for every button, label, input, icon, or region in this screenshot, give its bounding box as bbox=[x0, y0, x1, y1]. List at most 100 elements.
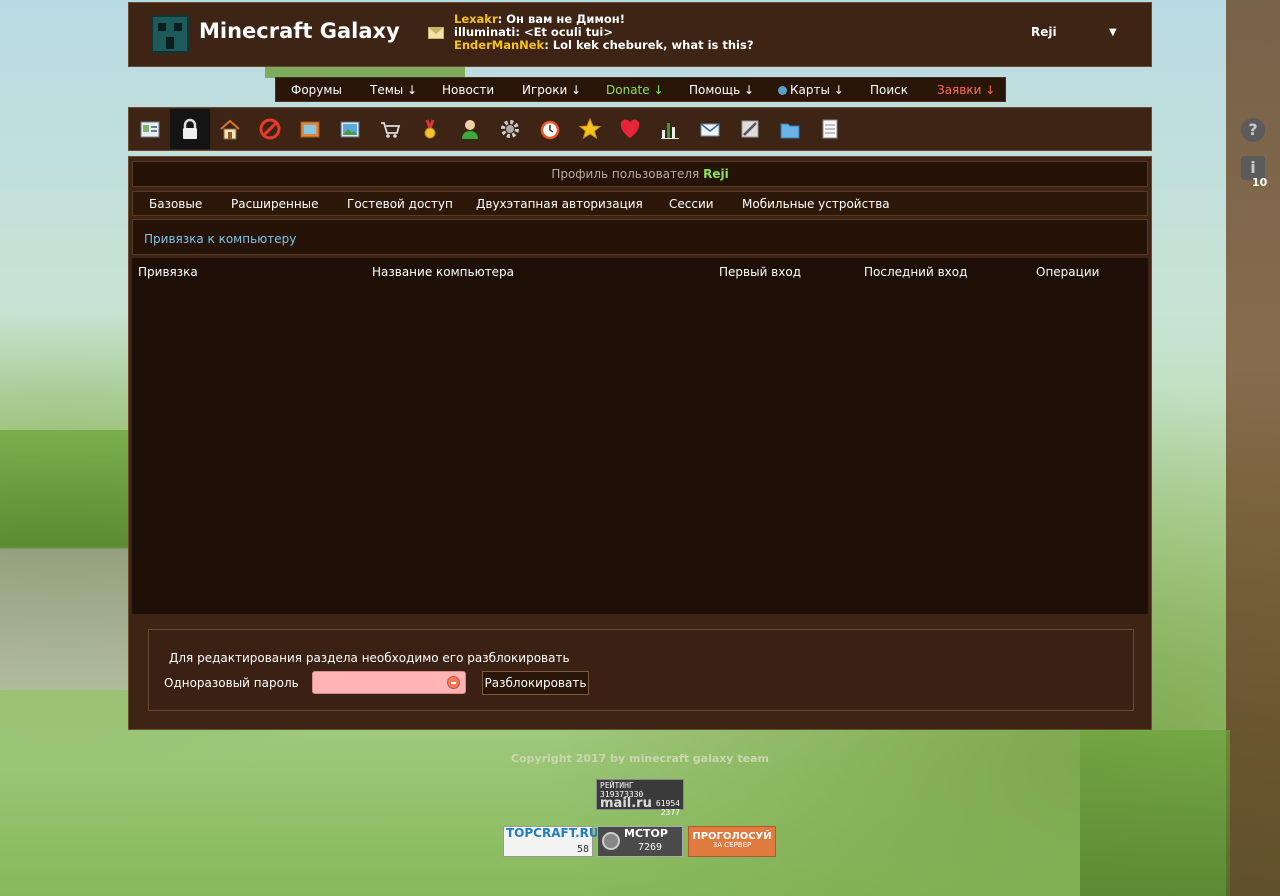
user-menu-name[interactable]: Reji bbox=[1031, 25, 1057, 39]
chat-nick[interactable]: EnderManNek bbox=[454, 38, 544, 52]
subtab[interactable]: Базовые bbox=[149, 197, 202, 211]
toolbar-button[interactable] bbox=[210, 109, 250, 149]
toolbar-button[interactable] bbox=[690, 109, 730, 149]
table-header: Последний вход bbox=[864, 265, 968, 279]
chat-nick[interactable]: Lexakr bbox=[454, 12, 498, 26]
nav-item[interactable]: Темы ↓ bbox=[370, 83, 417, 97]
mail-icon bbox=[700, 123, 720, 137]
table-header: Операции bbox=[1036, 265, 1100, 279]
password-label: Одноразовый пароль bbox=[164, 676, 299, 690]
chat-text: <Et oculi tui> bbox=[519, 25, 613, 39]
toolbar-button[interactable] bbox=[130, 109, 170, 149]
mctop-brand: MCTOP bbox=[624, 827, 668, 840]
nav-item-label: Темы ↓ bbox=[370, 83, 418, 97]
section-header: Привязка к компьютеру bbox=[132, 219, 1148, 255]
chat-feed: Lexakr: Он вам не Димон! illuminati: <Et … bbox=[454, 13, 754, 52]
page-title: Профиль пользователя Reji bbox=[132, 161, 1148, 187]
vote-label: ПРОГОЛОСУЙ bbox=[692, 831, 772, 842]
toolbar-button[interactable] bbox=[290, 109, 330, 149]
unlock-message: Для редактирования раздела необходимо ег… bbox=[169, 651, 570, 665]
nav-item-label: Карты ↓ bbox=[790, 83, 844, 97]
shopping-cart-icon bbox=[381, 122, 401, 138]
nav-item-label: Новости bbox=[442, 83, 495, 97]
page-title-username[interactable]: Reji bbox=[703, 167, 729, 181]
nav-item-label: Игроки ↓ bbox=[522, 83, 582, 97]
chevron-down-icon[interactable]: ▼ bbox=[1109, 27, 1117, 38]
toolbar-button[interactable] bbox=[490, 109, 530, 149]
folder-icon bbox=[780, 123, 800, 139]
user-icon bbox=[462, 120, 478, 139]
toolbar-button[interactable] bbox=[570, 109, 610, 149]
toolbar-button[interactable] bbox=[610, 109, 650, 149]
nav-item[interactable]: Donate ↓ bbox=[606, 83, 664, 97]
toolbar-button[interactable] bbox=[410, 109, 450, 149]
toolbar-button[interactable] bbox=[650, 109, 690, 149]
unlock-panel: Для редактирования раздела необходимо ег… bbox=[148, 629, 1134, 711]
toolbar-button[interactable] bbox=[450, 109, 490, 149]
creeper-logo-icon[interactable] bbox=[151, 15, 189, 53]
subtab[interactable]: Расширенные bbox=[231, 197, 319, 211]
tools-icon bbox=[741, 120, 759, 138]
nav-item-label: Помощь ↓ bbox=[689, 83, 755, 97]
profile-card-icon bbox=[140, 121, 160, 138]
mailru-count-2: 2377 bbox=[660, 808, 680, 817]
mctop-counter[interactable]: MCTOP 7269 bbox=[597, 826, 683, 857]
subtab[interactable]: Гостевой доступ bbox=[347, 197, 453, 211]
toolbar-button[interactable] bbox=[810, 109, 850, 149]
mailru-count-1: 61954 bbox=[655, 799, 680, 808]
vote-server-button[interactable]: ПРОГОЛОСУЙ ЗА СЕРВЕР bbox=[688, 826, 776, 857]
nav-item-label: Форумы bbox=[291, 83, 342, 97]
nav-item[interactable]: Игроки ↓ bbox=[522, 83, 581, 97]
one-time-password-input[interactable] bbox=[312, 671, 466, 694]
main-nav: Форумы Темы ↓ Новости Игроки ↓ Donate ↓ Помощ… bbox=[275, 77, 1006, 102]
subtab[interactable]: Двухэтапная авторизация bbox=[476, 197, 643, 211]
profile-panel: Профиль пользователя Reji Базовые Расшире… bbox=[128, 156, 1152, 730]
notification-count-badge: 10 bbox=[1252, 176, 1268, 189]
profile-toolbar bbox=[128, 107, 1152, 151]
toolbar-button[interactable] bbox=[530, 109, 570, 149]
mctop-logo-icon bbox=[602, 832, 620, 850]
background-island-left bbox=[0, 430, 128, 690]
toolbar-button[interactable] bbox=[250, 109, 290, 149]
toolbar-button[interactable] bbox=[370, 109, 410, 149]
nav-item-label: Заявки ↓ bbox=[937, 83, 996, 97]
profile-subtabs: Базовые Расширенные Гостевой доступ Двухэта… bbox=[132, 191, 1148, 216]
toolbar-button[interactable] bbox=[170, 109, 210, 149]
gear-icon bbox=[501, 120, 519, 138]
subtab[interactable]: Сессии bbox=[669, 197, 714, 211]
toolbar-button[interactable] bbox=[730, 109, 770, 149]
nav-item[interactable]: Поиск bbox=[870, 83, 908, 97]
nav-item-label: Donate ↓ bbox=[606, 83, 664, 97]
clear-input-icon[interactable] bbox=[447, 676, 460, 689]
page-title-prefix: Профиль пользователя bbox=[551, 167, 700, 181]
heart-icon bbox=[620, 119, 640, 138]
subtab[interactable]: Мобильные устройства bbox=[742, 197, 890, 211]
nav-item[interactable]: Заявки ↓ bbox=[937, 83, 995, 97]
table-header: Название компьютера bbox=[372, 265, 515, 279]
vote-sublabel: ЗА СЕРВЕР bbox=[712, 841, 752, 849]
section-link-computer-binding[interactable]: Привязка к компьютеру bbox=[144, 232, 296, 246]
site-header: Minecraft Galaxy Lexakr: Он вам не Димон… bbox=[128, 2, 1152, 67]
nav-item-label: Поиск bbox=[870, 83, 909, 97]
toolbar-button[interactable] bbox=[770, 109, 810, 149]
envelope-icon[interactable] bbox=[428, 27, 444, 39]
nav-item[interactable]: Новости bbox=[442, 83, 494, 97]
star-icon bbox=[579, 118, 601, 140]
help-icon[interactable]: ? bbox=[1241, 118, 1265, 142]
chat-nick[interactable]: illuminati bbox=[454, 25, 515, 39]
unlock-button[interactable]: Разблокировать bbox=[482, 671, 589, 695]
table-header: Первый вход bbox=[719, 265, 801, 279]
landscape-image-icon bbox=[340, 121, 360, 138]
mailru-rating-counter[interactable]: РЕЙТИНГ 319373330 mail.ru 61954 2377 bbox=[596, 779, 684, 817]
nav-item[interactable]: Форумы bbox=[291, 83, 342, 97]
toolbar-button[interactable] bbox=[330, 109, 370, 149]
site-title[interactable]: Minecraft Galaxy bbox=[199, 19, 400, 43]
topcraft-counter[interactable]: TOPCRAFT.RU 58 bbox=[503, 826, 599, 857]
copyright: Copyright 2017 by minecraft galaxy team bbox=[511, 752, 769, 765]
medal-icon bbox=[424, 119, 436, 139]
nav-item[interactable]: Помощь ↓ bbox=[689, 83, 754, 97]
nav-item[interactable]: Карты ↓ bbox=[778, 83, 844, 97]
mctop-count: 7269 bbox=[638, 842, 663, 853]
block-icon bbox=[259, 118, 281, 140]
table-header: Привязка bbox=[138, 265, 198, 279]
